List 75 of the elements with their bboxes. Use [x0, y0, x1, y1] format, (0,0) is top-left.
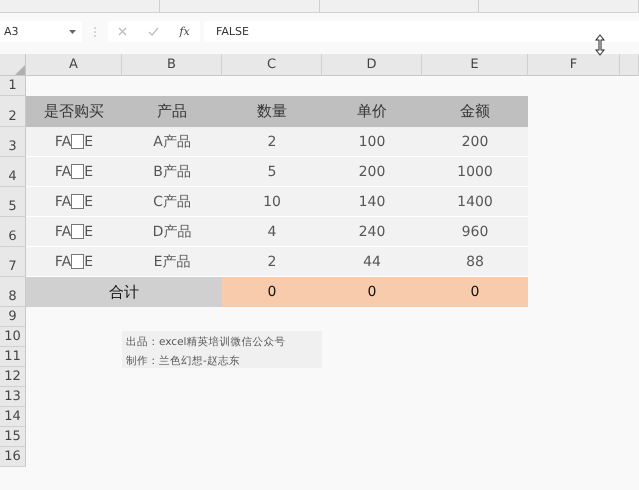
table-cell: 240: [322, 217, 422, 247]
row-header[interactable]: 12: [0, 367, 26, 387]
total-cell: 0: [222, 277, 322, 307]
cell-text: FA: [54, 254, 72, 270]
table-cell: 44: [322, 247, 422, 277]
row-header[interactable]: 1: [0, 76, 26, 96]
checkbox[interactable]: [71, 134, 84, 149]
checkbox[interactable]: [71, 254, 84, 269]
name-box[interactable]: A3: [0, 21, 82, 42]
cell-text: FA: [54, 224, 72, 240]
row-header[interactable]: 13: [0, 387, 26, 407]
table-cell: A产品: [122, 127, 222, 157]
column-header-background: [620, 54, 639, 76]
cell-text: FA: [54, 164, 72, 180]
resize-cursor-icon: [595, 34, 605, 56]
header-cell: 单价: [322, 96, 422, 127]
column-header[interactable]: A: [26, 54, 122, 76]
table-cell: 5: [222, 157, 322, 187]
row-header[interactable]: 16: [0, 447, 26, 467]
dropdown-icon: [69, 30, 76, 34]
row-header[interactable]: 3: [0, 127, 26, 157]
table-cell: 200: [322, 157, 422, 187]
row-header[interactable]: 2: [0, 96, 26, 127]
row-header[interactable]: 7: [0, 247, 26, 277]
row-header[interactable]: 14: [0, 407, 26, 427]
credit-text: 出品：excel精英培训微信公众号: [126, 335, 286, 349]
row-header[interactable]: 4: [0, 157, 26, 187]
header-cell: 数量: [222, 96, 322, 127]
column-header[interactable]: D: [322, 54, 422, 76]
row-header[interactable]: 9: [0, 307, 26, 327]
table-cell: 10: [222, 187, 322, 217]
checkbox[interactable]: [71, 164, 84, 179]
table-cell: 4: [222, 217, 322, 247]
table-cell: 1400: [422, 187, 528, 217]
total-cell: 0: [422, 277, 528, 307]
insert-function-button[interactable]: fx: [179, 25, 190, 38]
total-cell: 0: [322, 277, 422, 307]
table-cell: 960: [422, 217, 528, 247]
table-cell: E产品: [122, 247, 222, 277]
table-cell: D产品: [122, 217, 222, 247]
column-header[interactable]: E: [422, 54, 528, 76]
column-header[interactable]: C: [222, 54, 322, 76]
total-label: 合计: [26, 277, 222, 307]
row-header[interactable]: 11: [0, 347, 26, 367]
checkbox[interactable]: [71, 194, 84, 209]
cell-text: FA: [54, 194, 72, 210]
table-cell: 140: [322, 187, 422, 217]
table-cell: 200: [422, 127, 528, 157]
table-cell: 100: [322, 127, 422, 157]
row-header[interactable]: 8: [0, 277, 26, 307]
header-cell: 产品: [122, 96, 222, 127]
row-header[interactable]: 5: [0, 187, 26, 217]
column-header[interactable]: F: [528, 54, 620, 76]
checkbox[interactable]: [71, 224, 84, 239]
table-cell: B产品: [122, 157, 222, 187]
cell-text: E: [84, 164, 94, 180]
table-cell: 2: [222, 127, 322, 157]
row-header[interactable]: 6: [0, 217, 26, 247]
cell-text: E: [84, 134, 94, 150]
cell-text: E: [84, 194, 94, 210]
header-cell: 是否购买: [26, 96, 122, 127]
credit-text: 制作：兰色幻想-赵志东: [126, 354, 241, 368]
table-cell: 2: [222, 247, 322, 277]
formula-input[interactable]: FALSE: [204, 21, 639, 42]
check-icon[interactable]: [148, 27, 159, 36]
table-cell: C产品: [122, 187, 222, 217]
table-cell: 1000: [422, 157, 528, 187]
cell-text: E: [84, 224, 94, 240]
header-cell: 金额: [422, 96, 528, 127]
column-header[interactable]: B: [122, 54, 222, 76]
table-cell: 88: [422, 247, 528, 277]
row-header[interactable]: 15: [0, 427, 26, 447]
row-header[interactable]: 10: [0, 327, 26, 347]
cell-text: E: [84, 254, 94, 270]
cell-text: FA: [54, 134, 72, 150]
